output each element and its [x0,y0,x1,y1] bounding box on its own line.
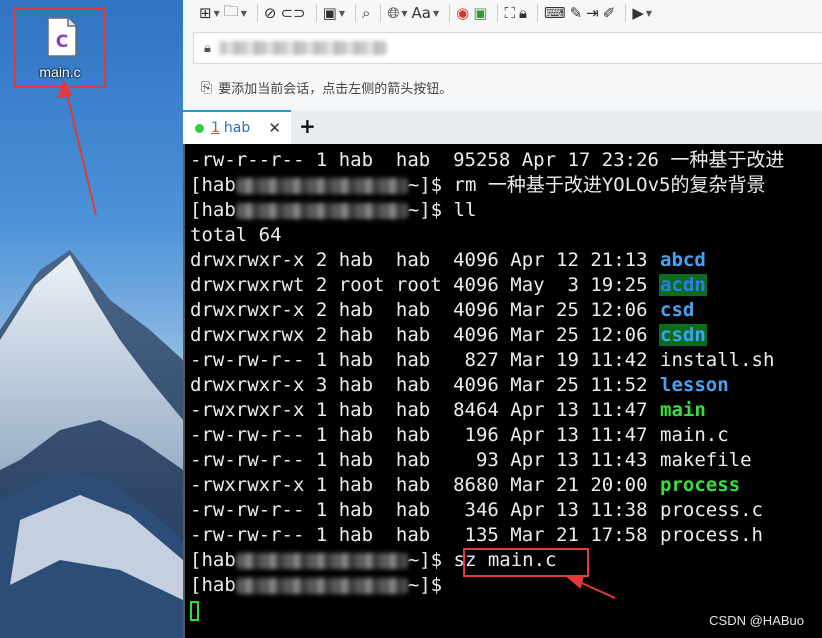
font-icon[interactable]: Aa ▼ [412,2,440,24]
listing-meta: -rw-rw-r-- 1 hab hab 135 Mar 21 17:58 [190,524,659,546]
listing-meta: drwxrwxrwt 2 root root 4096 May 3 19:25 [190,274,659,296]
toolbar-divider [256,4,258,22]
disconnect-icon[interactable]: ⊘ [264,2,277,24]
listing-filename: acdn [659,274,707,296]
listing-filename: main [660,399,706,421]
redacted-hostname [235,577,408,594]
listing-meta: drwxrwxr-x 2 hab hab 4096 Apr 12 21:13 [190,249,659,271]
terminal-line: -rw-r--r-- 1 hab hab 95258 Apr 17 23:26 … [190,149,785,171]
link-icon[interactable]: ⊂⊃ [280,2,305,24]
listing-row: -rw-rw-r-- 1 hab hab 196 Apr 13 11:47 ma… [190,423,730,448]
session-hint: ⎘ 要添加当前会话，点击左侧的箭头按钮。 [201,78,453,98]
toolbar-divider [625,4,627,22]
listing-filename: csd [660,299,695,321]
keyboard-icon[interactable]: ⌨ [544,2,566,24]
listing-row: -rwxrwxr-x 1 hab hab 8464 Apr 13 11:47 m… [190,398,707,423]
properties-icon[interactable]: ▣ ▼ [323,2,345,24]
listing-filename: lesson [660,374,729,396]
listing-meta: drwxrwxrwx 2 hab hab 4096 Mar 25 12:06 [190,324,659,346]
listing-meta: -rwxrwxr-x 1 hab hab 8464 Apr 13 11:47 [190,399,659,421]
terminal-prompt-line: [hab ~]$ rm 一种基于改进YOLOv5的复杂背景 [190,174,766,196]
script-icon[interactable]: ✐ [603,2,616,24]
run-icon[interactable]: ▶ ▼ [632,2,652,24]
listing-meta: -rw-rw-r-- 1 hab hab 346 Apr 13 11:38 [190,499,659,521]
open-folder-icon[interactable]: 🗀 ▼ [224,2,247,24]
listing-meta: -rw-rw-r-- 1 hab hab 196 Apr 13 11:47 [190,424,659,446]
terminal-cursor [190,601,199,621]
toolbar: ⊞ ▼ 🗀 ▼ ⊘ ⊂⊃ ▣ ▼ ⌕ 🌐︎ ▼ Aa ▼ ◉ ▣ ⛶ 🔒︎ ⌨ ✎ ⇥ ✐… [183,0,822,26]
fullscreen-icon[interactable]: ⛶ [504,2,515,24]
add-session-arrow-icon[interactable]: ⎘ [201,80,212,96]
xshell-red-icon[interactable]: ◉ [456,2,469,24]
listing-meta: -rw-rw-r-- 1 hab hab 827 Mar 19 11:42 [190,349,659,371]
listing-row: -rw-rw-r-- 1 hab hab 135 Mar 21 17:58 pr… [190,523,764,548]
listing-row: drwxrwxrwx 2 hab hab 4096 Mar 25 12:06 c… [190,323,707,348]
listing-filename: abcd [660,249,706,271]
toolbar-divider [449,4,451,22]
listing-filename: makefile [660,449,752,471]
redacted-hostname [235,177,408,194]
lock-icon: 🔒︎ [204,40,211,56]
terminal-prompt-line: [hab ~]$ [190,574,454,596]
watermark: CSDN @HABuo [709,613,804,628]
lock-icon[interactable]: 🔒︎ [519,2,527,24]
desktop-file-label: main.c [39,64,81,80]
toolbar-divider [354,4,356,22]
toolbar-divider [536,4,538,22]
listing-filename: process.c [660,499,763,521]
listing-filename: install.sh [660,349,775,371]
xftp-green-icon[interactable]: ▣ [473,2,487,24]
listing-meta: drwxrwxr-x 3 hab hab 4096 Mar 25 11:52 [190,374,659,396]
terminal-total-line: total 64 [190,224,282,246]
listing-meta: drwxrwxr-x 2 hab hab 4096 Mar 25 12:06 [190,299,659,321]
mountain-wallpaper [0,250,183,638]
transfer-icon[interactable]: ⇥ [586,2,599,24]
redacted-hostname [235,202,408,219]
tab-session-1[interactable]: 1 hab ✕ [183,110,291,144]
session-address-bar[interactable]: 🔒︎ [193,32,822,64]
compose-icon[interactable]: ✎ [570,2,583,24]
listing-filename: process [660,474,741,496]
tab-label: hab [223,120,251,136]
listing-filename: process.h [660,524,763,546]
globe-icon[interactable]: 🌐︎ ▼ [387,2,407,24]
close-tab-icon[interactable]: ✕ [268,119,281,137]
sz-command-highlight [463,548,589,577]
tab-number: 1 [211,120,220,136]
listing-row: -rw-rw-r-- 1 hab hab 93 Apr 13 11:43 mak… [190,448,753,473]
listing-filename: main.c [660,424,729,446]
terminal-app-window: ⊞ ▼ 🗀 ▼ ⊘ ⊂⊃ ▣ ▼ ⌕ 🌐︎ ▼ Aa ▼ ◉ ▣ ⛶ 🔒︎ ⌨ ✎ ⇥ ✐… [183,0,822,638]
desktop-file-main-c[interactable]: C main.c [14,8,106,88]
add-tab-icon[interactable]: + [299,114,316,138]
listing-row: drwxrwxr-x 2 hab hab 4096 Mar 25 12:06 c… [190,298,695,323]
session-hint-text: 要添加当前会话，点击左侧的箭头按钮。 [218,82,453,97]
listing-row: -rw-rw-r-- 1 hab hab 346 Apr 13 11:38 pr… [190,498,764,523]
redacted-address [218,41,387,55]
search-icon[interactable]: ⌕ [362,2,370,24]
listing-filename: csdn [659,324,707,346]
listing-row: drwxrwxr-x 3 hab hab 4096 Mar 25 11:52 l… [190,373,730,398]
c-file-letter: C [56,32,68,52]
listing-row: -rwxrwxr-x 1 hab hab 8680 Mar 21 20:00 p… [190,473,741,498]
toolbar-divider [315,4,317,22]
c-file-icon: C [46,16,78,58]
new-session-icon[interactable]: ⊞ ▼ [199,2,220,24]
listing-meta: -rw-rw-r-- 1 hab hab 93 Apr 13 11:43 [190,449,659,471]
redacted-hostname [235,552,408,569]
toolbar-divider [380,4,382,22]
listing-row: drwxrwxrwt 2 root root 4096 May 3 19:25 … [190,273,707,298]
connected-status-icon [195,123,204,133]
terminal-prompt-line: [hab ~]$ ll [190,199,477,221]
toolbar-divider [497,4,499,22]
listing-row: -rw-rw-r-- 1 hab hab 827 Mar 19 11:42 in… [190,348,775,373]
listing-meta: -rwxrwxr-x 1 hab hab 8680 Mar 21 20:00 [190,474,659,496]
tab-bar: 1 hab ✕ + [183,110,822,144]
terminal-output[interactable]: -rw-r--r-- 1 hab hab 95258 Apr 17 23:26 … [183,144,822,638]
listing-row: drwxrwxr-x 2 hab hab 4096 Apr 12 21:13 a… [190,248,707,273]
